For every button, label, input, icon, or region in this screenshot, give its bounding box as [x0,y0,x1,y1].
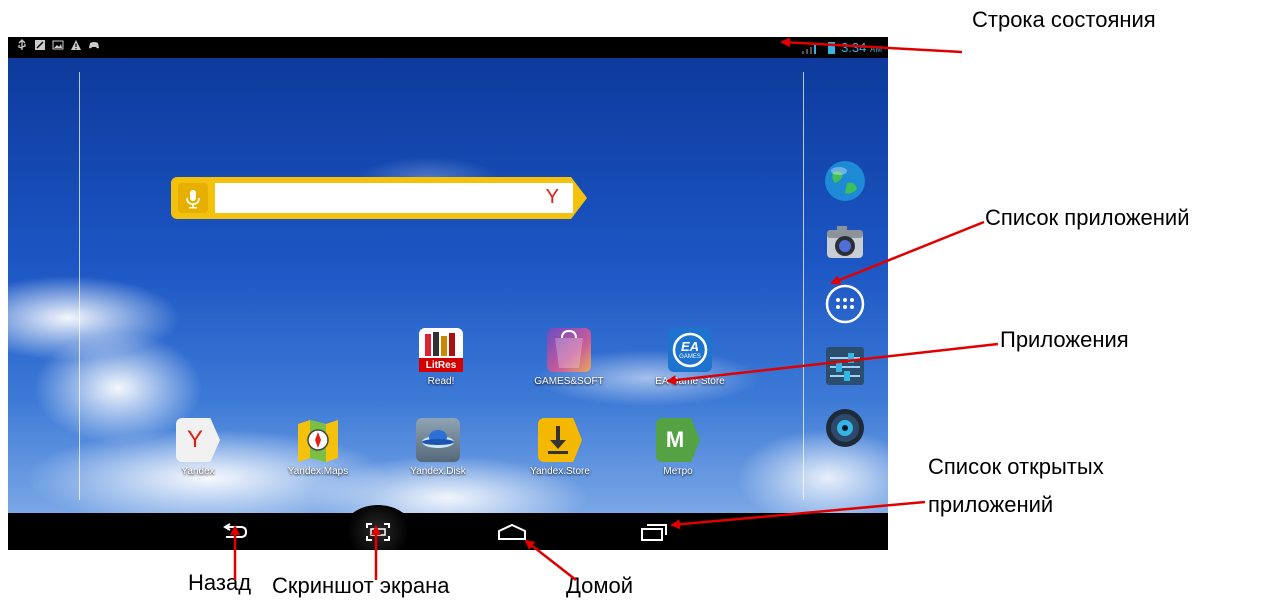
callout-screenshot: Скриншот экрана [272,573,450,598]
recent-apps-icon [641,523,667,541]
yandex-icon: Y [176,418,220,462]
clock-ampm: AM [870,45,882,54]
callout-back: Назад [188,570,252,595]
game-icon [89,42,99,49]
back-button[interactable] [204,513,264,550]
app-yandex-store[interactable]: Yandex.Store [510,418,610,477]
callout-status-bar: Строка состояния [972,7,1156,32]
home-button[interactable] [482,513,542,550]
mic-button[interactable] [178,183,208,213]
yandex-maps-icon [296,418,340,462]
app-label: Yandex [181,466,215,477]
navigation-bar [8,505,888,550]
yandex-logo: Y [545,186,559,208]
app-metro[interactable]: M Метро [628,418,728,477]
app-label: Метро [663,466,693,477]
back-icon [223,522,248,538]
search-widget-tip [571,177,587,219]
screenshot-button[interactable] [348,513,408,550]
callout-home: Домой [566,573,634,598]
status-bar[interactable]: 3:34 AM [8,37,888,58]
ea-games-icon: EA GAMES [668,328,712,372]
litres-icon: LitRes [419,328,463,372]
image-icon [52,40,64,50]
app-label: EA Game Store [655,376,725,387]
browser-icon[interactable] [823,159,867,203]
recent-apps-button[interactable] [624,513,684,550]
battery-icon [828,41,836,54]
signal-icon [802,43,817,54]
camera-icon[interactable] [823,220,867,264]
app-read[interactable]: LitRes Read! [391,328,491,387]
home-screen: Y LitRes Read! GAMES&SOFT EA GAMES EA Ga… [8,58,888,513]
ea-sub: GAMES [679,354,701,360]
notification-icon [35,40,45,50]
yandex-search-widget[interactable]: Y [171,177,591,219]
app-drawer-icon[interactable] [823,282,867,326]
callout-app-list: Список приложений [985,205,1190,230]
music-icon[interactable] [823,406,867,450]
microphone-icon [186,190,200,209]
search-input[interactable]: Y [215,183,573,213]
app-ea-game-store[interactable]: EA GAMES EA Game Store [640,328,740,387]
clock-time: 3:34 [841,40,867,55]
app-yandex-maps[interactable]: Yandex.Maps [268,418,368,477]
home-icon [498,523,526,540]
yandex-badge: Y [186,426,203,453]
app-label: Read! [427,376,455,387]
app-label: Yandex.Disk [410,466,466,477]
app-games-soft[interactable]: GAMES&SOFT [519,328,619,387]
callout-apps: Приложения [1000,327,1129,352]
app-label: GAMES&SOFT [534,376,604,387]
callout-open-apps-line1: Список открытых [928,454,1104,479]
app-label: Yandex.Store [530,466,590,477]
games-soft-icon [547,328,591,372]
callout-open-apps-line2: приложений [928,492,1054,517]
right-edge-line [803,72,804,500]
metro-icon: M [656,418,700,462]
app-yandex[interactable]: Y Yandex [148,418,248,477]
app-yandex-disk[interactable]: Yandex.Disk [388,418,488,477]
metro-badge: M [665,427,685,452]
warning-icon [71,40,81,50]
clock: 3:34 AM [841,40,882,55]
screenshot-icon [366,522,390,541]
tablet-screen: 3:34 AM Y LitRes Read! GAMES&SOFT EA GAM… [8,37,888,550]
yandex-disk-icon [416,418,460,462]
litres-badge: LitRes [425,360,457,371]
settings-icon[interactable] [823,344,867,388]
left-edge-line [79,72,80,500]
usb-icon [18,39,26,50]
yandex-store-icon [538,418,582,462]
app-label: Yandex.Maps [287,466,349,477]
ea-badge: EA [680,339,700,354]
